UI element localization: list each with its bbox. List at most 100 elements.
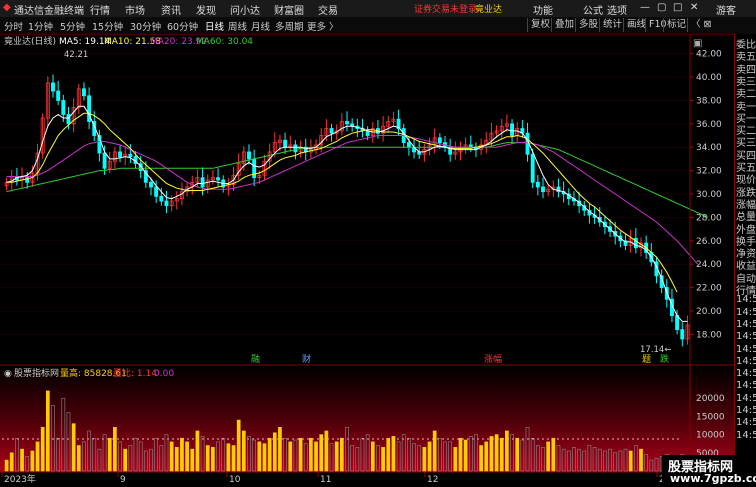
menu-wealth[interactable]: 财富圈 [274, 2, 304, 17]
menu-options[interactable]: 选项 [607, 2, 627, 17]
period-multi[interactable]: 多周期 [275, 19, 304, 33]
adjust-button[interactable]: 复权 [527, 18, 553, 32]
volume-bar [453, 447, 458, 472]
quote-panel-item[interactable]: 14:50 [736, 319, 756, 330]
app-title: 通达信金融终端 [14, 6, 84, 17]
period-5min[interactable]: 5分钟 [60, 19, 85, 33]
marker-finance[interactable]: 财 [302, 353, 311, 365]
menu-discover[interactable]: 发现 [196, 2, 216, 17]
volume-bar [386, 437, 391, 472]
volume-bar [205, 445, 210, 472]
mark-button[interactable]: 标记 [663, 18, 689, 32]
candle-body [164, 200, 169, 207]
volume-bar [76, 445, 81, 472]
volume-bar [185, 441, 189, 472]
volume-bar [272, 432, 277, 472]
candle-body [200, 177, 205, 188]
period-timeshare[interactable]: 分时 [4, 19, 23, 33]
price-tick-label: 26.00 [696, 237, 722, 247]
candle-body [154, 186, 159, 197]
date-axis: 2023年91011122 [1, 472, 665, 485]
period-60min[interactable]: 60分钟 [167, 19, 198, 33]
close-icon[interactable]: ✕ [690, 2, 698, 13]
low-price-label: 17.14← [640, 345, 671, 355]
marker-margin[interactable]: 融 [251, 354, 260, 365]
volume-bar [195, 430, 200, 472]
volume-bar [484, 441, 489, 472]
panel-toggle-icon[interactable]: ▣ [693, 38, 702, 49]
quote-panel-item[interactable]: 14:50 [736, 356, 756, 367]
volume-bar [422, 447, 427, 472]
price-tick-label: 18.00 [696, 330, 722, 340]
menu-news[interactable]: 资讯 [161, 2, 181, 17]
volume-indicator-icon[interactable]: ◉ [4, 369, 12, 379]
marker-drop[interactable]: 跌 [660, 354, 669, 365]
candle-body [247, 151, 251, 160]
menu-function[interactable]: 功能 [533, 2, 553, 17]
volume-bar [20, 448, 24, 472]
volume-tick-label: 15000 [696, 412, 725, 422]
marker-gain[interactable]: 涨幅 [484, 353, 502, 365]
candle-body [216, 177, 221, 181]
marker-topic[interactable]: 题 [642, 354, 651, 365]
ma-lines [6, 105, 709, 322]
multi-stock-button[interactable]: 多股 [575, 18, 601, 32]
volume-bar [458, 437, 463, 472]
maximize-icon[interactable]: □ [673, 2, 682, 13]
volume-bar [334, 441, 339, 472]
quote-panel-item[interactable]: 14:50 [736, 331, 756, 342]
volume-bar [319, 434, 324, 472]
quote-panel-item[interactable]: 14:50 [736, 294, 756, 305]
period-more[interactable]: 更多 〉 [307, 19, 339, 33]
stats-button[interactable]: 统计 [599, 18, 625, 32]
volume-tick-label: 10000 [696, 431, 725, 441]
volume-bar [499, 437, 504, 472]
guest-label[interactable]: 游客 [716, 2, 736, 17]
restore-icon[interactable]: ▢ [657, 2, 666, 13]
quote-panel-item[interactable]: 14:50 [736, 368, 756, 379]
menu-quotes[interactable]: 行情 [90, 2, 110, 17]
quote-panel-item[interactable]: 14:50 [736, 380, 756, 391]
quote-panel-item[interactable]: 14:50 [736, 430, 756, 441]
quote-panel-item[interactable]: 14:50 [736, 417, 756, 428]
volume-bar [314, 441, 318, 472]
volume-bar [278, 427, 282, 472]
price-tick-label: 36.00 [696, 120, 722, 130]
volume-indicator-name[interactable]: 股票指标网 [14, 367, 59, 379]
overlay-button[interactable]: 叠加 [551, 18, 577, 32]
quote-panel: 委比 卖五 卖四 卖三 卖二 卖一 买一 买二 买三 买四 买五 现价 涨跌 涨幅 总量 外盘 换手 净资 收益 自动… [734, 34, 756, 487]
back-button[interactable]: 〈 ⊠ [687, 18, 714, 32]
menu-ask[interactable]: 问小达 [230, 2, 260, 17]
period-30min[interactable]: 30分钟 [130, 19, 161, 33]
candle-body [293, 144, 298, 153]
quote-panel-item[interactable]: 14:50 [736, 307, 756, 318]
menu-market[interactable]: 市场 [125, 2, 145, 17]
minimize-icon[interactable]: — [640, 2, 650, 13]
period-weekly[interactable]: 周线 [228, 19, 247, 33]
quote-panel-item[interactable]: 14:50 [736, 393, 756, 404]
volume-bar [546, 441, 551, 472]
watermark: 股票指标网 www.7gpzb.com [662, 455, 756, 487]
menu-trade[interactable]: 交易 [318, 2, 338, 17]
period-15min[interactable]: 15分钟 [92, 19, 123, 33]
menu-formula[interactable]: 公式 [583, 2, 603, 17]
volume-bar [169, 441, 174, 472]
volume-bar [71, 423, 76, 472]
period-1min[interactable]: 1分钟 [28, 19, 53, 33]
candle-body [406, 142, 411, 148]
quote-panel-item[interactable]: 14:50 [736, 344, 756, 355]
period-daily[interactable]: 日线 [205, 19, 224, 33]
volume-bar [30, 450, 35, 472]
quote-panel-item[interactable]: 14:50 [736, 405, 756, 416]
login-alert[interactable]: 证券交易未登录 [414, 2, 477, 15]
kline-chart[interactable]: 42.00 40.00 38.00 36.00 34.00 32.00 30.00 28.00… [0, 34, 734, 487]
volume-bar [211, 447, 215, 472]
candle-body [329, 128, 334, 134]
volume-bar [479, 445, 483, 472]
volume-tick-label: 20000 [696, 394, 725, 404]
price-tick-label: 42.00 [696, 50, 722, 60]
period-monthly[interactable]: 月线 [251, 19, 270, 33]
volume-bar [505, 430, 509, 472]
candle-body [118, 151, 123, 157]
volume-extra-label: 0.00 [154, 369, 174, 379]
